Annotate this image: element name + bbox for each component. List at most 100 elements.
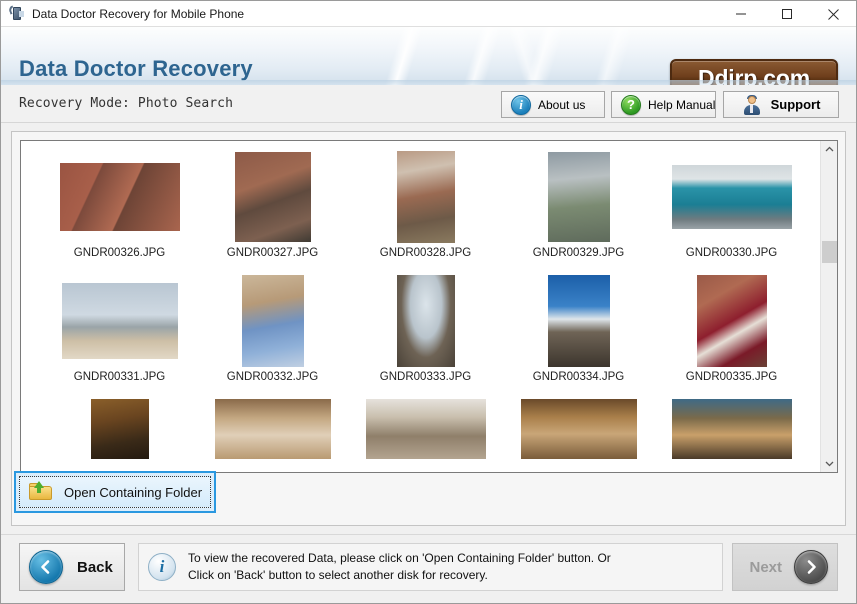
thumbnail-image — [547, 152, 610, 242]
instruction-text: To view the recovered Data, please click… — [188, 550, 611, 584]
thumbnail-image — [696, 275, 767, 367]
thumbnail-image-wrapper — [519, 275, 639, 367]
thumbnail-image-wrapper — [59, 151, 180, 243]
thumbnail-filename: GNDR00333.JPG — [379, 371, 472, 383]
thumbnail-image — [547, 275, 610, 367]
thumbnail-filename: GNDR00327.JPG — [226, 247, 319, 259]
brand-title: Data Doctor Recovery — [19, 56, 253, 81]
support-label: Support — [770, 97, 821, 112]
thumbnail-item[interactable] — [502, 399, 655, 472]
thumbnail-image-wrapper — [671, 399, 792, 459]
phone-recovery-icon — [7, 4, 25, 22]
thumbnail-image — [90, 399, 149, 459]
thumbnail-image — [396, 151, 455, 243]
open-containing-folder-label: Open Containing Folder — [64, 484, 203, 500]
thumbnail-image-wrapper — [213, 275, 333, 367]
thumbnail-image-wrapper — [366, 151, 486, 243]
thumbnail-image — [59, 163, 180, 231]
footer-bar: Back i To view the recovered Data, pleas… — [1, 534, 856, 603]
thumbnail-item[interactable]: GNDR00326.JPG — [43, 151, 196, 275]
maximize-icon[interactable] — [764, 1, 810, 27]
thumbnail-image-wrapper — [213, 399, 333, 459]
help-manual-button[interactable]: ? Help Manual — [611, 91, 716, 118]
thumbnail-filename: GNDR00329.JPG — [532, 247, 625, 259]
thumbnail-image — [671, 165, 792, 229]
thumbnail-image-wrapper — [519, 399, 639, 459]
minimize-icon[interactable] — [718, 1, 764, 27]
thumbnail-scroll-area: GNDR00326.JPG GNDR00327.JPG GNDR00328.JPG G… — [21, 141, 821, 472]
content-panel: GNDR00326.JPG GNDR00327.JPG GNDR00328.JPG G… — [11, 131, 846, 526]
open-containing-folder-focus-ring: Open Containing Folder — [14, 471, 216, 513]
thumbnail-image — [214, 399, 331, 459]
chevron-down-icon[interactable] — [821, 455, 837, 472]
window-controls — [718, 1, 856, 27]
thumbnail-item[interactable] — [43, 399, 196, 472]
scrollbar-thumb[interactable] — [822, 241, 837, 263]
about-us-button[interactable]: i About us — [501, 91, 605, 118]
instruction-line-2: Click on 'Back' button to select another… — [188, 568, 488, 582]
thumbnail-image-wrapper — [672, 275, 792, 367]
info-icon: i — [148, 553, 176, 581]
thumbnail-item[interactable]: GNDR00335.JPG — [655, 275, 808, 399]
chevron-left-circle-icon — [29, 550, 63, 584]
thumbnail-filename: GNDR00335.JPG — [685, 371, 778, 383]
instruction-line-1: To view the recovered Data, please click… — [188, 551, 611, 565]
thumbnail-item[interactable] — [196, 399, 349, 472]
thumbnail-image — [365, 399, 486, 459]
next-button[interactable]: Next — [732, 543, 838, 591]
close-icon[interactable] — [810, 1, 856, 27]
instruction-box: i To view the recovered Data, please cli… — [138, 543, 723, 591]
thumbnail-filename: GNDR00328.JPG — [379, 247, 472, 259]
thumbnail-item[interactable]: GNDR00333.JPG — [349, 275, 502, 399]
help-manual-label: Help Manual — [648, 97, 716, 112]
recovery-mode-label: Recovery Mode: Photo Search — [19, 96, 234, 111]
thumbnail-item[interactable]: GNDR00327.JPG — [196, 151, 349, 275]
back-button[interactable]: Back — [19, 543, 125, 591]
thumbnail-filename: GNDR00330.JPG — [685, 247, 778, 259]
thumbnail-image — [234, 152, 311, 242]
about-us-label: About us — [538, 97, 586, 112]
thumbnail-image — [241, 275, 304, 367]
thumbnail-image — [671, 399, 792, 459]
info-icon: i — [511, 94, 531, 115]
back-label: Back — [77, 558, 113, 576]
title-bar: Data Doctor Recovery for Mobile Phone — [1, 1, 856, 27]
thumbnail-image-wrapper — [60, 399, 180, 459]
chevron-right-circle-icon — [794, 550, 828, 584]
thumbnail-image-wrapper — [213, 151, 333, 243]
thumbnail-filename: GNDR00332.JPG — [226, 371, 319, 383]
thumbnail-filename: GNDR00326.JPG — [73, 247, 166, 259]
thumbnail-item[interactable] — [655, 399, 808, 472]
thumbnail-image — [396, 275, 455, 367]
thumbnail-filename: GNDR00334.JPG — [532, 371, 625, 383]
thumbnail-grid: GNDR00326.JPG GNDR00327.JPG GNDR00328.JPG G… — [21, 141, 821, 472]
question-icon: ? — [621, 94, 641, 115]
thumbnail-item[interactable]: GNDR00334.JPG — [502, 275, 655, 399]
application-window: Data Doctor Recovery for Mobile Phone Da… — [0, 0, 857, 604]
thumbnail-image-wrapper — [60, 275, 180, 367]
thumbnail-image — [520, 399, 637, 459]
person-icon — [742, 94, 762, 115]
folder-upload-icon — [28, 481, 54, 503]
thumbnail-item[interactable] — [349, 399, 502, 472]
thumbnail-image-wrapper — [366, 275, 486, 367]
next-label: Next — [749, 558, 782, 576]
chevron-up-icon[interactable] — [821, 141, 837, 158]
thumbnail-item[interactable]: GNDR00332.JPG — [196, 275, 349, 399]
thumbnail-image — [61, 283, 178, 359]
thumbnail-panel: GNDR00326.JPG GNDR00327.JPG GNDR00328.JPG G… — [20, 140, 838, 473]
thumbnail-item[interactable]: GNDR00328.JPG — [349, 151, 502, 275]
open-containing-folder-button[interactable]: Open Containing Folder — [19, 476, 211, 508]
window-title: Data Doctor Recovery for Mobile Phone — [32, 6, 245, 21]
thumbnail-item[interactable]: GNDR00330.JPG — [655, 151, 808, 275]
toolbar: Recovery Mode: Photo Search i About us ?… — [1, 85, 856, 123]
thumbnail-filename: GNDR00331.JPG — [73, 371, 166, 383]
thumbnail-item[interactable]: GNDR00331.JPG — [43, 275, 196, 399]
thumbnail-image-wrapper — [519, 151, 639, 243]
thumbnail-item[interactable]: GNDR00329.JPG — [502, 151, 655, 275]
thumbnail-image-wrapper — [365, 399, 486, 459]
app-banner: Data Doctor Recovery Mobile Phone Ddirp.… — [1, 27, 856, 85]
thumbnail-image-wrapper — [671, 151, 792, 243]
support-button[interactable]: Support — [723, 91, 839, 118]
vertical-scrollbar[interactable] — [820, 141, 837, 472]
